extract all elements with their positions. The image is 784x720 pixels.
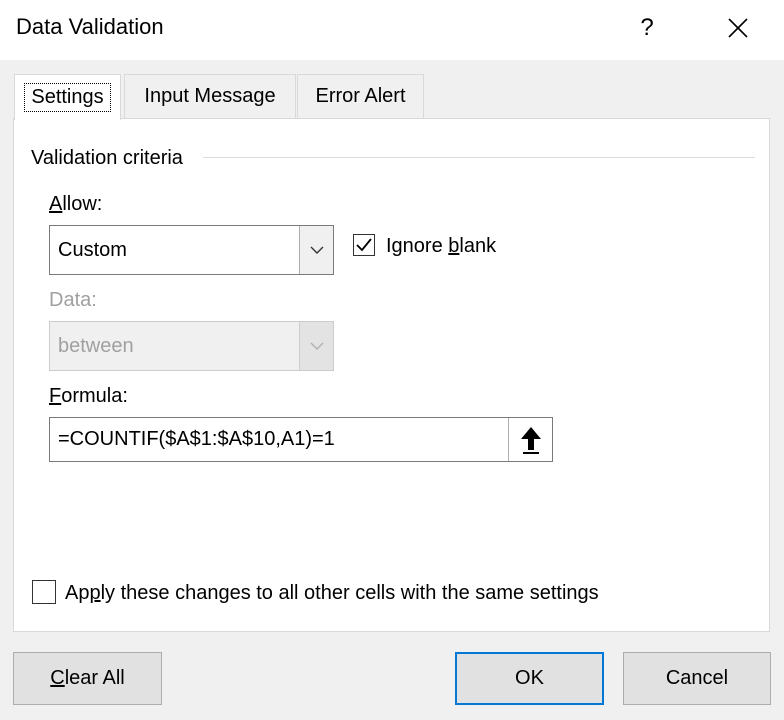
tab-settings[interactable]: Settings bbox=[14, 74, 121, 120]
allow-value: Custom bbox=[58, 238, 127, 261]
data-select: between bbox=[49, 321, 334, 371]
chevron-down-icon bbox=[299, 322, 333, 370]
tab-error-alert[interactable]: Error Alert bbox=[297, 74, 424, 118]
help-button[interactable]: ? bbox=[627, 8, 667, 48]
tab-label: Error Alert bbox=[315, 85, 406, 107]
formula-field[interactable]: =COUNTIF($A$1:$A$10,A1)=1 bbox=[49, 417, 553, 462]
ignore-blank-checkbox[interactable] bbox=[353, 234, 375, 256]
ok-button[interactable]: OK bbox=[455, 652, 604, 705]
close-icon bbox=[728, 18, 748, 38]
close-button[interactable] bbox=[718, 8, 758, 48]
formula-input[interactable]: =COUNTIF($A$1:$A$10,A1)=1 bbox=[50, 428, 508, 451]
tab-label: Input Message bbox=[144, 85, 276, 107]
group-divider bbox=[203, 157, 755, 158]
formula-label: Formula: bbox=[49, 385, 128, 407]
data-label: Data: bbox=[49, 289, 97, 311]
tab-label: Settings bbox=[24, 83, 111, 112]
chevron-down-icon[interactable] bbox=[299, 226, 333, 274]
window-title: Data Validation bbox=[16, 14, 164, 39]
validation-criteria-label: Validation criteria bbox=[31, 147, 183, 169]
apply-all-checkbox[interactable] bbox=[32, 580, 56, 604]
ignore-blank-label: Ignore blank bbox=[386, 235, 497, 257]
clear-all-button[interactable]: Clear All bbox=[13, 652, 162, 705]
allow-select[interactable]: Custom bbox=[49, 225, 334, 275]
data-value: between bbox=[58, 334, 134, 357]
arrow-up-icon bbox=[520, 426, 541, 454]
tab-input-message[interactable]: Input Message bbox=[124, 74, 296, 118]
collapse-dialog-button[interactable] bbox=[508, 418, 552, 461]
apply-all-label: Apply these changes to all other cells w… bbox=[65, 582, 599, 604]
checkmark-icon bbox=[356, 238, 372, 252]
cancel-button[interactable]: Cancel bbox=[623, 652, 771, 705]
allow-label: Allow: bbox=[49, 193, 103, 215]
settings-panel bbox=[13, 118, 770, 632]
